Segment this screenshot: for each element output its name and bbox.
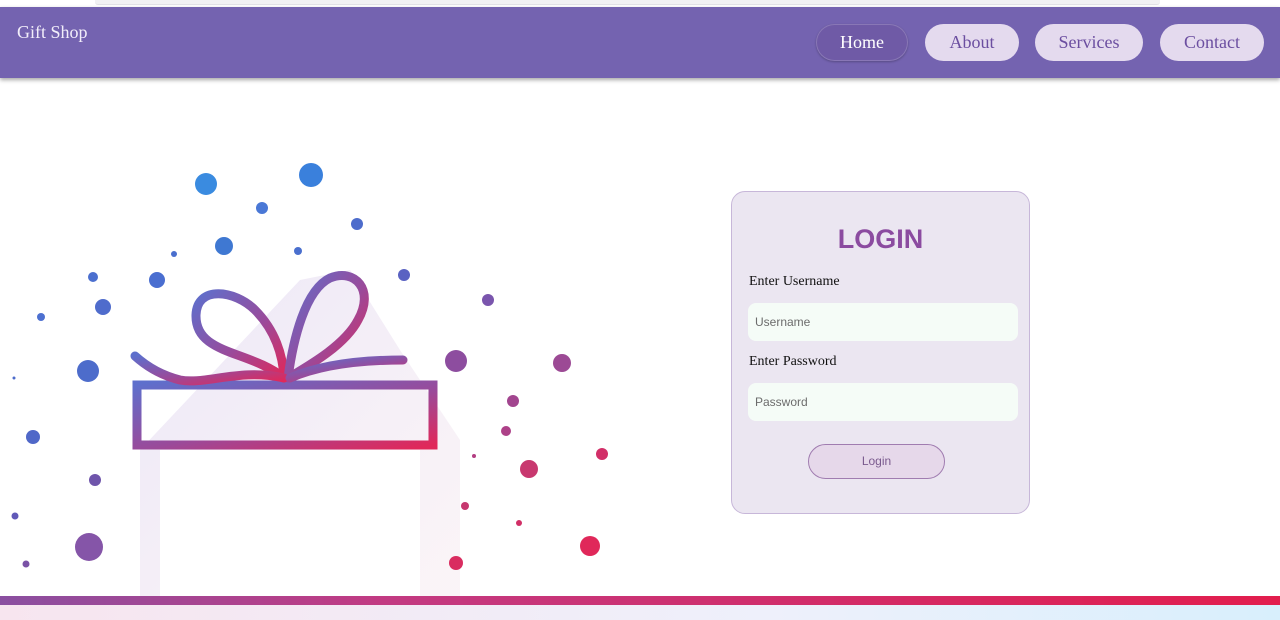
nav-home-button[interactable]: Home [816,24,908,61]
brand-logo[interactable]: Gift Shop [17,22,88,43]
password-input[interactable] [748,383,1018,421]
gift-box-icon [11,163,608,600]
password-label: Enter Password [749,354,837,369]
username-input[interactable] [748,303,1018,341]
username-label: Enter Username [749,274,840,289]
footer-fade [0,605,1280,620]
nav-about-button[interactable]: About [925,24,1019,61]
navbar: Gift Shop Home About Services Contact [0,7,1280,78]
login-button[interactable]: Login [808,444,945,479]
nav-services-button[interactable]: Services [1035,24,1143,61]
login-title: LOGIN [837,224,924,254]
browser-top-strip [0,0,1280,7]
login-card: LOGIN Enter Username Enter Password Logi… [731,191,1030,514]
nav-contact-button[interactable]: Contact [1160,24,1264,61]
top-scroll-bar [95,0,1160,5]
footer-line [0,596,1280,605]
